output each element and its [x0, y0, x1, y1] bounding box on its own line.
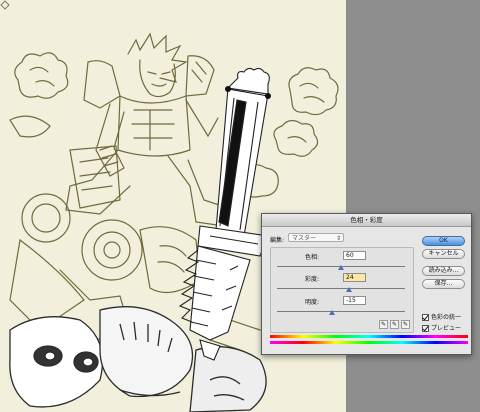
eyedropper-plus-icon[interactable]: ✎ — [390, 320, 399, 329]
anchor-point-icon — [0, 0, 10, 10]
ok-button[interactable]: OK — [422, 236, 465, 246]
preview-label: プレビュー — [431, 325, 462, 332]
preview-option[interactable]: プレビュー — [422, 323, 461, 332]
colorize-checkbox[interactable] — [422, 314, 429, 321]
edit-select[interactable]: マスター ⇕ — [288, 233, 344, 242]
eyedropper-icon[interactable]: ✎ — [379, 320, 388, 329]
hue-field[interactable]: 60 — [343, 251, 366, 260]
save-button[interactable]: 保存... — [422, 279, 465, 289]
saturation-slider-track[interactable] — [277, 288, 405, 289]
colorize-label: 色彩の統一 — [431, 314, 462, 321]
load-button[interactable]: 読み込み... — [422, 266, 465, 276]
hue-saturation-dialog: 色相・彩度 編集: マスター ⇕ 色相: 60 彩度: 24 明度: -15 ✎… — [261, 213, 472, 355]
preview-checkbox[interactable] — [422, 325, 429, 332]
input-color-bar — [270, 335, 468, 338]
colorize-option[interactable]: 色彩の統一 — [422, 312, 461, 321]
hue-label: 色相: — [305, 254, 320, 261]
lightness-slider-thumb[interactable] — [329, 310, 336, 315]
saturation-field[interactable]: 24 — [343, 273, 366, 282]
hue-slider-thumb[interactable] — [338, 265, 344, 270]
adjustment-group: 色相: 60 彩度: 24 明度: -15 ✎ ✎ ✎ — [270, 247, 414, 333]
edit-select-value: マスター — [292, 235, 317, 242]
saturation-label: 彩度: — [305, 276, 320, 283]
lightness-field[interactable]: -15 — [343, 296, 366, 305]
lightness-label: 明度: — [305, 299, 320, 306]
saturation-slider-thumb[interactable] — [345, 287, 352, 292]
cancel-button[interactable]: キャンセル — [422, 249, 465, 259]
dialog-title[interactable]: 色相・彩度 — [262, 214, 471, 227]
output-color-bar — [270, 341, 468, 344]
select-arrows-icon: ⇕ — [335, 235, 341, 242]
eyedropper-minus-icon[interactable]: ✎ — [401, 320, 410, 329]
edit-label: 編集: — [270, 237, 285, 244]
lightness-slider-track[interactable] — [277, 311, 405, 312]
